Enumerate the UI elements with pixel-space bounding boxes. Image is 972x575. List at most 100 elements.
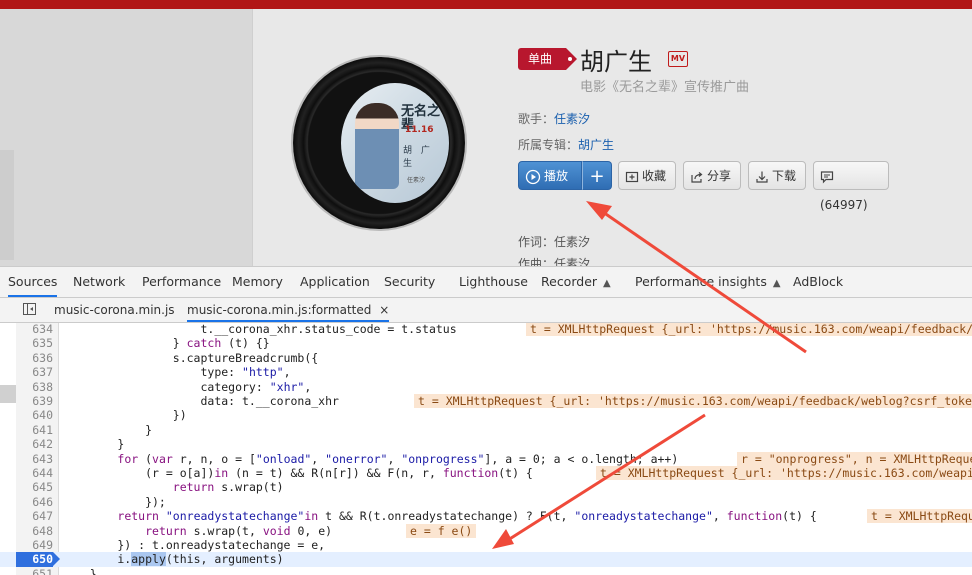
- album-row: 所属专辑：胡广生: [518, 136, 614, 153]
- left-strip: [0, 150, 14, 260]
- line-number[interactable]: 638: [16, 380, 53, 394]
- code-line[interactable]: 636 s.captureBreadcrumb({: [0, 351, 972, 365]
- line-number[interactable]: 639: [16, 394, 53, 408]
- album-link[interactable]: 胡广生: [578, 138, 614, 152]
- line-number[interactable]: 647: [16, 509, 53, 523]
- cover-date: 11.16: [405, 125, 434, 135]
- tab-network[interactable]: Network: [73, 267, 125, 297]
- collect-label: 收藏: [642, 169, 667, 183]
- inline-debug-value[interactable]: e = f e(): [406, 523, 477, 538]
- code-text: return "onreadystatechange"in t && R(t.o…: [117, 509, 817, 524]
- code-line[interactable]: 646 });: [0, 495, 972, 509]
- collect-button[interactable]: 收藏: [618, 161, 676, 190]
- code-text: }): [62, 408, 187, 423]
- line-number[interactable]: 648: [16, 524, 53, 538]
- code-line[interactable]: 644 (r = o[a])in (n = t) && R(n[r]) && F…: [0, 466, 972, 480]
- code-line[interactable]: 643 for (var r, n, o = ["onload", "onerr…: [0, 451, 972, 466]
- code-text: category: "xhr",: [62, 379, 312, 394]
- share-icon: [691, 171, 703, 183]
- tag-dot: [568, 57, 573, 61]
- line-number[interactable]: 640: [16, 408, 53, 422]
- tab-recorder[interactable]: Recorder ▲: [541, 267, 611, 297]
- code-text: type: "http",: [62, 365, 291, 380]
- devtools-panel: Sources Network Performance Memory Appli…: [0, 266, 972, 575]
- line-number[interactable]: 642: [16, 437, 53, 451]
- inline-debug-value[interactable]: t = XMLHttpRequest {_url: 'https://music…: [414, 394, 972, 408]
- close-icon[interactable]: ×: [379, 303, 389, 317]
- single-tag: 单曲: [518, 48, 578, 70]
- code-line[interactable]: 639 data: t.__corona_xhr t = XMLHttpReque…: [0, 394, 972, 408]
- line-number[interactable]: 646: [16, 495, 53, 509]
- cover-song-name: 胡 广 生: [403, 146, 433, 169]
- line-number[interactable]: 637: [16, 365, 53, 379]
- comments-count: (64997): [820, 198, 868, 212]
- play-button[interactable]: 播放: [518, 161, 582, 190]
- experiment-flask-icon: ▲: [772, 278, 781, 289]
- breakpoint-line-number[interactable]: 650: [16, 552, 60, 567]
- singer-link[interactable]: 任素汐: [554, 112, 590, 126]
- top-nav-bar: [0, 0, 972, 9]
- comments-button[interactable]: (64997): [813, 161, 889, 212]
- code-editor[interactable]: 634 t.__corona_xhr.status_code = t.statu…: [0, 323, 972, 575]
- album-label: 所属专辑：: [518, 138, 579, 152]
- line-number[interactable]: 635: [16, 336, 53, 350]
- inline-debug-value[interactable]: t = XMLHttpRequest {_url: 'https://music…: [526, 323, 972, 336]
- cover-singer: 任素汐: [407, 177, 426, 184]
- file-tab-minified[interactable]: music-corona.min.js: [54, 298, 175, 322]
- line-number[interactable]: 643: [16, 452, 53, 466]
- code-text: data: t.__corona_xhr: [62, 394, 339, 408]
- tab-performance-insights[interactable]: Performance insights ▲: [635, 267, 781, 297]
- inline-debug-value[interactable]: r = "onprogress", n = XMLHttpReques: [737, 451, 972, 466]
- tab-security[interactable]: Security: [384, 267, 435, 297]
- code-line[interactable]: 645 return s.wrap(t): [0, 480, 972, 494]
- tab-sources[interactable]: Sources: [8, 267, 58, 297]
- add-to-playlist-button[interactable]: +: [582, 161, 612, 190]
- line-number[interactable]: 644: [16, 466, 53, 480]
- album-cover[interactable]: 无名之辈 11.16 胡 广 生 任素汐: [341, 83, 449, 203]
- share-label: 分享: [707, 169, 732, 183]
- code-line[interactable]: 640 }): [0, 408, 972, 422]
- line-number[interactable]: 645: [16, 480, 53, 494]
- code-text: s.captureBreadcrumb({: [62, 350, 319, 365]
- code-line[interactable]: 637 type: "http",: [0, 365, 972, 379]
- comment-icon: [820, 170, 834, 183]
- code-text: for (var r, n, o = ["onload", "onerror",…: [117, 451, 679, 466]
- code-line[interactable]: 648 return s.wrap(t, void 0, e) e = f e(): [0, 523, 972, 538]
- singer-row: 歌手：任素汐: [518, 110, 590, 127]
- code-line[interactable]: 649 }) : t.onreadystatechange = e,: [0, 538, 972, 552]
- left-margin: [0, 9, 252, 266]
- tab-performance-insights-label: Performance insights: [635, 274, 767, 289]
- tab-application[interactable]: Application: [300, 267, 370, 297]
- code-text: (r = o[a])in (n = t) && R(n[r]) && F(n, …: [62, 466, 533, 480]
- tab-lighthouse[interactable]: Lighthouse: [459, 267, 528, 297]
- code-text: return s.wrap(t, void 0, e): [145, 523, 333, 538]
- download-button[interactable]: 下载: [748, 161, 806, 190]
- line-number[interactable]: 641: [16, 423, 53, 437]
- toggle-navigator-icon[interactable]: [23, 303, 36, 315]
- code-line[interactable]: 634 t.__corona_xhr.status_code = t.statu…: [0, 323, 972, 336]
- mv-icon[interactable]: MV: [668, 51, 688, 67]
- play-label: 播放: [544, 169, 569, 183]
- share-button[interactable]: 分享: [683, 161, 741, 190]
- download-icon: [756, 171, 768, 183]
- line-number[interactable]: 636: [16, 351, 53, 365]
- line-number[interactable]: 634: [16, 323, 53, 336]
- code-line[interactable]: 642 }: [0, 437, 972, 451]
- inline-debug-value[interactable]: t = XMLHttpRequest {_url: 'https://music…: [596, 466, 972, 480]
- code-line[interactable]: 641 }: [0, 423, 972, 437]
- tab-performance[interactable]: Performance: [142, 267, 221, 297]
- code-line[interactable]: 647 return "onreadystatechange"in t && R…: [0, 509, 972, 524]
- single-tag-label: 单曲: [528, 52, 553, 66]
- tab-adblock[interactable]: AdBlock: [793, 267, 843, 297]
- line-number[interactable]: 649: [16, 538, 53, 552]
- code-line[interactable]: 635 } catch (t) {}: [0, 336, 972, 350]
- code-line[interactable]: 638 category: "xhr",: [0, 380, 972, 394]
- code-text: return s.wrap(t): [172, 480, 284, 495]
- file-tab-formatted[interactable]: music-corona.min.js:formatted ×: [187, 298, 390, 322]
- tab-memory[interactable]: Memory: [232, 267, 283, 297]
- inline-debug-value[interactable]: t = XMLHttpRequ: [867, 509, 972, 524]
- file-tab-bar: music-corona.min.js music-corona.min.js:…: [0, 298, 972, 323]
- code-line[interactable]: 650 i.apply(this, arguments): [0, 552, 972, 567]
- tab-recorder-label: Recorder: [541, 274, 598, 289]
- code-text: } catch (t) {}: [62, 336, 270, 351]
